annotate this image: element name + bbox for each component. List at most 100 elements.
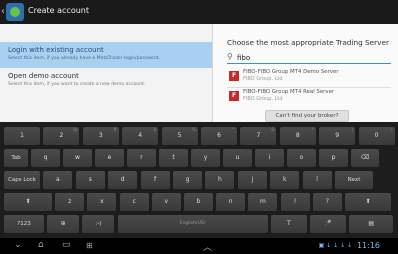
clock: 11:16: [356, 241, 380, 250]
server-search-input[interactable]: [237, 52, 377, 63]
key-c[interactable]: c: [119, 193, 149, 211]
caps-lock-key[interactable]: Caps Lock: [4, 171, 40, 189]
back-chevron-icon[interactable]: ‹: [1, 6, 5, 17]
key-s[interactable]: s: [75, 171, 105, 189]
key-label: !: [293, 198, 297, 205]
key-label: :-): [95, 221, 102, 227]
account-options-pane: Login with existing account Select this …: [0, 24, 212, 122]
option-subtitle: Select this item, if you already have a …: [8, 56, 160, 61]
shift-key[interactable]: ⬆: [345, 193, 391, 211]
key-9[interactable]: 9(: [319, 127, 356, 145]
key-7[interactable]: 7 &: [240, 127, 277, 145]
key-label: Next: [347, 177, 361, 183]
key-secondary-label: &: [271, 127, 275, 132]
key-label: r: [140, 154, 143, 161]
text-format-key[interactable]: T: [270, 215, 307, 233]
key-g[interactable]: g: [173, 171, 202, 189]
key-label: w: [75, 154, 80, 161]
key-d[interactable]: d: [108, 171, 138, 189]
shift-key[interactable]: ⬆: [4, 193, 52, 211]
clipboard-key[interactable]: ▤: [349, 215, 394, 233]
key-secondary-label: ^: [231, 127, 235, 132]
key-label: n: [228, 198, 233, 205]
key-4[interactable]: 4 $: [122, 127, 159, 145]
key-label: 6: [217, 132, 221, 139]
key-8[interactable]: 8 *: [279, 127, 316, 145]
key-o[interactable]: o: [287, 149, 316, 167]
server-list-item[interactable]: F FIBO-FIBO Group MT4 Demo Server FIBO G…: [227, 68, 391, 88]
key-secondary-label: %: [191, 127, 196, 132]
key-n[interactable]: n: [216, 193, 246, 211]
symbols-key[interactable]: ?123: [4, 215, 44, 233]
search-icon: ⚲: [227, 52, 233, 61]
key-h[interactable]: h: [205, 171, 235, 189]
cant-find-broker-button[interactable]: Can't find your broker?: [265, 110, 349, 122]
key-x[interactable]: x: [87, 193, 117, 211]
key-label: ?123: [17, 221, 31, 227]
key-secondary-label: $: [153, 127, 157, 132]
key-k[interactable]: k: [270, 171, 300, 189]
key-6[interactable]: 6 ^: [201, 127, 237, 145]
key-v[interactable]: v: [151, 193, 181, 211]
key-q[interactable]: q: [31, 149, 60, 167]
key-label: Tab: [11, 155, 21, 161]
emoticon-key[interactable]: :-): [82, 215, 115, 233]
voice-input-key[interactable]: 🎤: [310, 215, 346, 233]
key-label: v: [164, 198, 169, 205]
screenshot-icon[interactable]: ⊞: [86, 241, 93, 250]
key-e[interactable]: e: [95, 149, 124, 167]
metatrader-logo-icon[interactable]: [6, 3, 24, 21]
backspace-key[interactable]: ⌫: [351, 149, 379, 167]
key-?[interactable]: ?: [312, 193, 342, 211]
key-label: c: [132, 198, 136, 205]
chevron-up-icon[interactable]: ︿: [203, 240, 212, 253]
key-a[interactable]: a: [43, 171, 73, 189]
back-icon[interactable]: ⌄: [14, 240, 22, 250]
key-label: f: [154, 176, 157, 183]
key-1[interactable]: 1: [4, 127, 40, 145]
key-label: 9: [335, 132, 340, 139]
key-r[interactable]: r: [127, 149, 156, 167]
key-5[interactable]: 5%: [161, 127, 198, 145]
login-existing-account-option[interactable]: Login with existing account Select this …: [0, 42, 212, 68]
key-label: g: [185, 176, 190, 183]
key-z[interactable]: z: [55, 193, 85, 211]
key-![interactable]: !: [280, 193, 310, 211]
key-secondary-label: *: [311, 127, 314, 132]
server-list-item[interactable]: F FIBO-FIBO Group MT4 Real Server FIBO G…: [227, 88, 391, 108]
key-f[interactable]: f: [140, 171, 170, 189]
language-globe-key[interactable]: ⊕: [47, 215, 80, 233]
next-key[interactable]: Next: [335, 171, 373, 189]
key-label: s: [88, 176, 92, 183]
open-demo-account-option[interactable]: Open demo account Select this item, if y…: [0, 68, 212, 94]
recent-apps-icon[interactable]: ▭: [62, 240, 71, 250]
app-title: Create account: [28, 6, 89, 15]
key-y[interactable]: y: [191, 149, 220, 167]
key-i[interactable]: i: [255, 149, 284, 167]
key-label: l: [316, 176, 318, 183]
home-icon[interactable]: ⌂: [38, 240, 44, 250]
on-screen-keyboard: 1 2 @3 #4 $5% 6 ^ 7 & 8 * 9(0) Tab q w e r t y u i o p ⌫ Caps Lo…: [0, 122, 398, 238]
server-panel-title: Choose the most appropriate Trading Serv…: [227, 38, 389, 47]
key-u[interactable]: u: [223, 149, 252, 167]
option-title: Open demo account: [8, 72, 79, 80]
key-label: ⬆: [25, 198, 31, 205]
key-secondary-label: @: [73, 127, 78, 132]
key-j[interactable]: j: [237, 171, 267, 189]
key-label: t: [172, 154, 175, 161]
key-b[interactable]: b: [184, 193, 213, 211]
key-label: ?: [325, 198, 329, 205]
key-m[interactable]: m: [248, 193, 278, 211]
space-key[interactable]: English(US): [117, 215, 268, 233]
key-p[interactable]: p: [319, 149, 348, 167]
tab-key[interactable]: Tab: [4, 149, 28, 167]
key-l[interactable]: l: [302, 171, 332, 189]
option-title: Login with existing account: [8, 46, 104, 54]
key-label: k: [282, 176, 287, 183]
key-w[interactable]: w: [63, 149, 92, 167]
key-2[interactable]: 2 @: [43, 127, 80, 145]
key-label: Caps Lock: [8, 177, 36, 183]
key-t[interactable]: t: [159, 149, 188, 167]
key-3[interactable]: 3 #: [82, 127, 119, 145]
key-0[interactable]: 0): [358, 127, 395, 145]
